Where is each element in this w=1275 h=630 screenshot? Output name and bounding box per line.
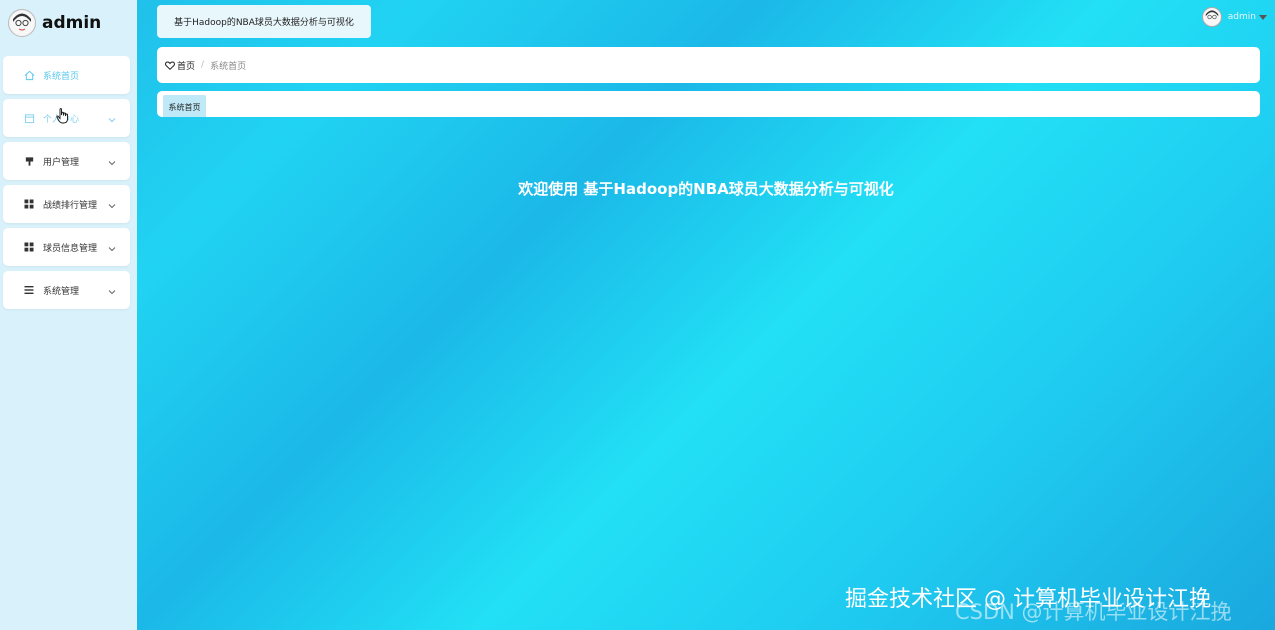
sidebar: admin 系统首页 个人中心 用户管理 战绩排行管理 (0, 0, 137, 630)
user-name: admin (1227, 12, 1256, 22)
tag-home[interactable]: 系统首页 (163, 95, 206, 117)
brand-name: admin (42, 13, 102, 33)
watermark-juejin: 掘金技术社区 @ 计算机毕业设计江挽 (845, 587, 1211, 612)
user-menu[interactable]: admin (1201, 6, 1267, 28)
avatar (1201, 7, 1222, 27)
sidebar-item-players[interactable]: 球员信息管理 (3, 228, 130, 266)
tags-bar: 系统首页 (157, 91, 1260, 117)
brand: admin (8, 8, 101, 38)
chevron-down-icon (108, 198, 116, 212)
hand-cursor-icon (56, 108, 70, 127)
home-icon (23, 69, 35, 81)
chevron-down-icon (108, 284, 116, 298)
chevron-down-icon (108, 155, 116, 169)
sidebar-item-label: 系统首页 (43, 71, 80, 82)
app-title: 基于Hadoop的NBA球员大数据分析与可视化 (174, 18, 354, 28)
caret-down-icon (1259, 14, 1267, 20)
chevron-down-icon (108, 241, 116, 255)
sidebar-item-rankings[interactable]: 战绩排行管理 (3, 185, 130, 223)
heart-icon (165, 60, 175, 70)
sidebar-item-home[interactable]: 系统首页 (3, 56, 130, 94)
sidebar-item-label: 战绩排行管理 (43, 200, 98, 211)
sidebar-item-users[interactable]: 用户管理 (3, 142, 130, 180)
tag-label: 系统首页 (168, 103, 201, 112)
breadcrumb-home[interactable]: 首页 (165, 59, 195, 72)
chevron-down-icon (108, 112, 116, 126)
list-icon (23, 284, 35, 296)
pin-icon (23, 155, 35, 167)
sidebar-item-label: 系统管理 (43, 286, 80, 297)
sidebar-item-system[interactable]: 系统管理 (3, 271, 130, 309)
breadcrumb: 首页 / 系统首页 (157, 47, 1260, 83)
breadcrumb-separator: / (201, 60, 205, 70)
breadcrumb-current: 系统首页 (210, 61, 247, 72)
sidebar-item-label: 球员信息管理 (43, 243, 98, 254)
grid-icon (23, 241, 35, 253)
app-title-tab: 基于Hadoop的NBA球员大数据分析与可视化 (157, 5, 371, 38)
grid-icon (23, 198, 35, 210)
breadcrumb-home-label: 首页 (177, 61, 196, 72)
welcome-message: 欢迎使用 基于Hadoop的NBA球员大数据分析与可视化 (518, 180, 894, 198)
calendar-icon (23, 112, 35, 124)
avatar (8, 9, 36, 37)
sidebar-item-label: 用户管理 (43, 157, 80, 168)
